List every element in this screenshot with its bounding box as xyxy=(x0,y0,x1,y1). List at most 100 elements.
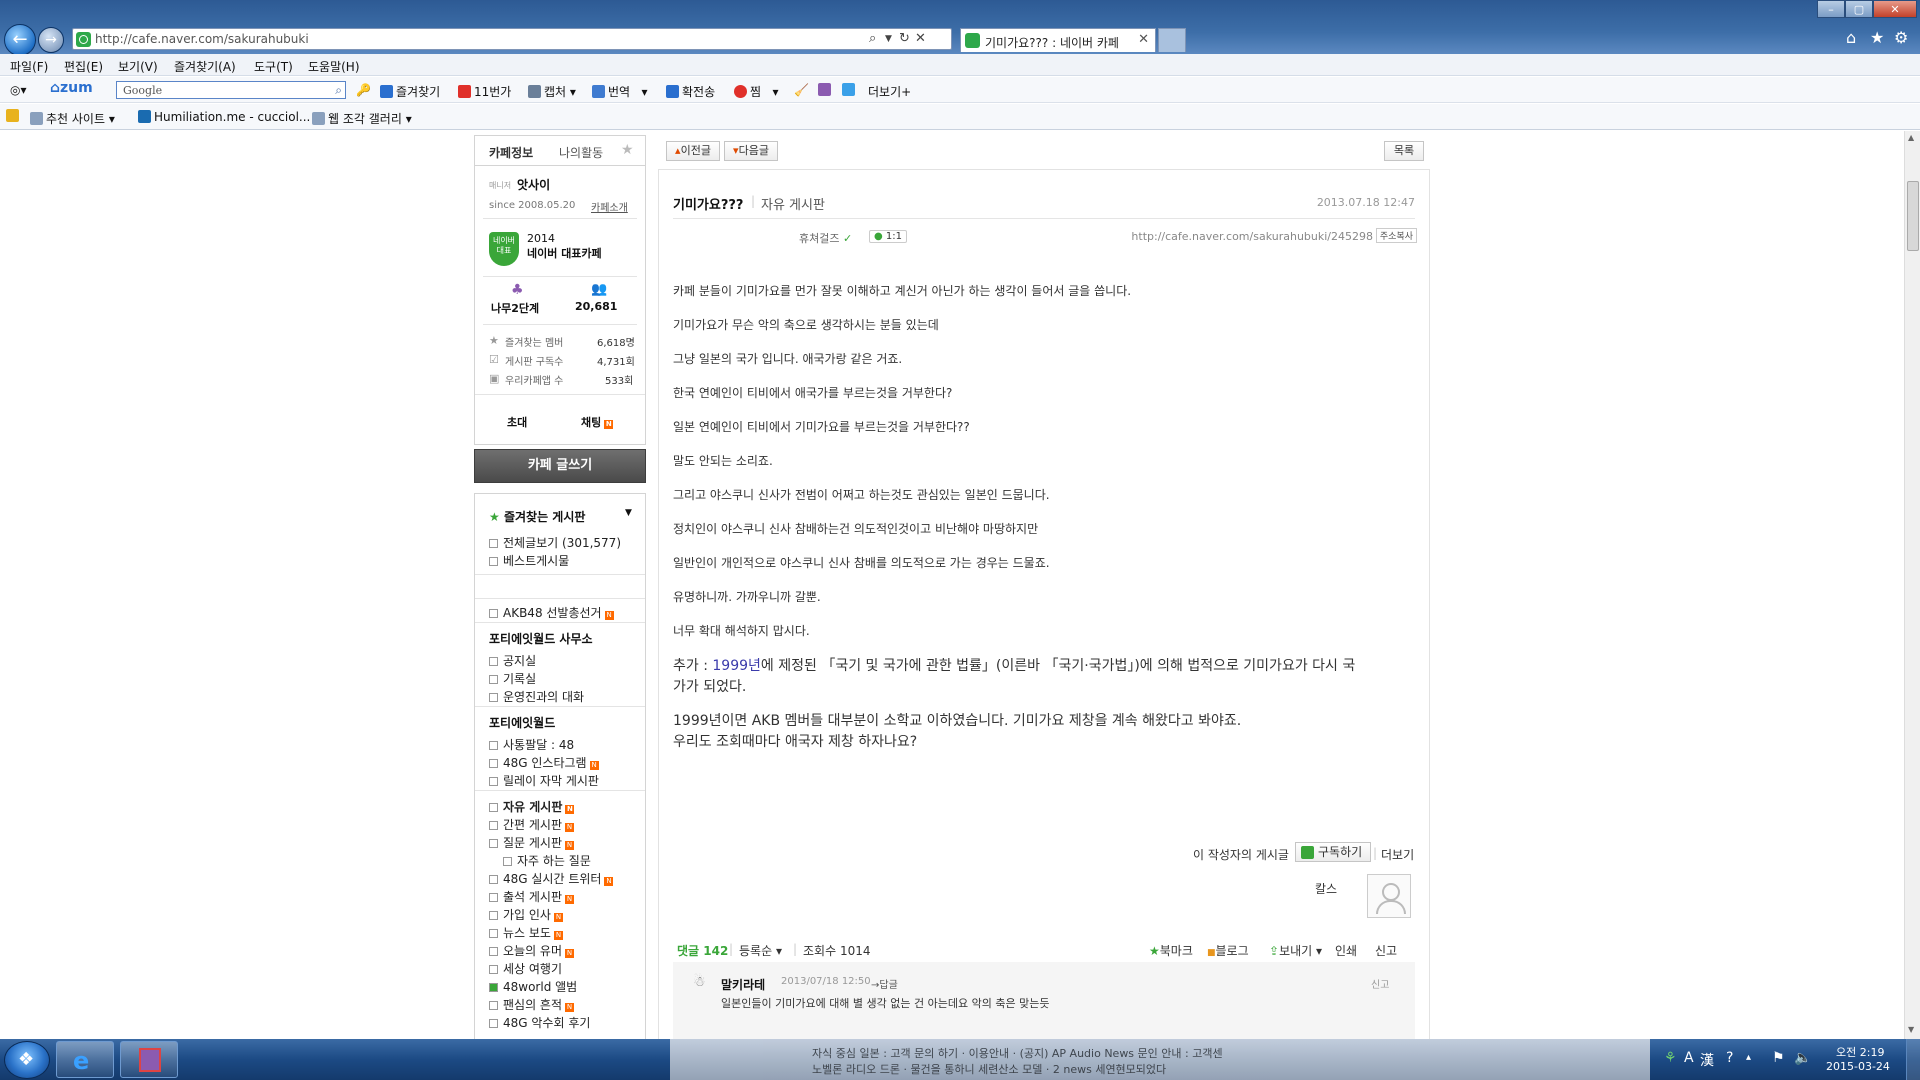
toolbar-more[interactable]: 더보기+ xyxy=(868,83,911,100)
maximize-button[interactable]: ▢ xyxy=(1845,0,1873,18)
menu-file[interactable]: 파일(F) xyxy=(10,58,48,75)
star-icon[interactable]: ★ xyxy=(621,142,634,158)
menu-favorites[interactable]: 즐겨찾기(A) xyxy=(174,58,236,75)
board-all-posts[interactable]: 전체글보기 (301,577) xyxy=(489,534,621,551)
new-tab-button[interactable] xyxy=(1158,28,1186,52)
member-count[interactable]: 20,681 xyxy=(575,300,617,313)
stop-icon[interactable]: ✕ xyxy=(915,31,926,46)
board-attendance[interactable]: 출석 게시판 N xyxy=(489,888,575,905)
menu-edit[interactable]: 편집(E) xyxy=(64,58,103,75)
vertical-scrollbar[interactable]: ▲ ▼ xyxy=(1904,131,1920,1039)
article-author[interactable]: 휴쳐걸즈 ✓ xyxy=(799,230,852,246)
tab-cafe-info[interactable]: 카페정보 xyxy=(489,144,533,161)
toolbar-translate[interactable]: 번역 ▾ xyxy=(592,83,648,100)
forward-button[interactable]: → xyxy=(38,27,64,53)
scroll-up-icon[interactable]: ▲ xyxy=(1908,133,1914,142)
toolbar-broadcast[interactable]: 확전송 xyxy=(666,83,715,100)
tab-close-icon[interactable]: ✕ xyxy=(1138,32,1149,47)
comment-count[interactable]: 댓글 142 xyxy=(677,942,728,959)
address-bar[interactable]: http://cafe.naver.com/sakurahubuki ⌕ ▼ ↻… xyxy=(72,28,952,50)
close-window-button[interactable]: ✕ xyxy=(1873,0,1917,18)
clock-time[interactable]: 오전 2:19 xyxy=(1836,1044,1884,1060)
subscribe-button[interactable]: 구독하기 xyxy=(1295,842,1371,862)
list-button[interactable]: 목록 xyxy=(1384,141,1424,161)
next-post-button[interactable]: ▾다음글 xyxy=(724,141,778,161)
board-faq[interactable]: 자주 하는 질문 xyxy=(503,852,591,869)
key-icon[interactable]: 🔑 xyxy=(356,83,371,97)
author-nickname[interactable]: 칼스 xyxy=(1315,880,1337,897)
toolbar-heart[interactable]: 찜 ▾ xyxy=(734,83,779,100)
cafe-write-button[interactable]: 카페 글쓰기 xyxy=(474,449,646,483)
refresh-icon[interactable]: ↻ xyxy=(899,31,910,46)
comment-author[interactable]: 말키라테 xyxy=(721,976,765,993)
report-button[interactable]: 신고 xyxy=(1375,942,1397,959)
year-link[interactable]: 1999년 xyxy=(712,658,761,674)
minimize-button[interactable]: – xyxy=(1817,0,1845,18)
article-permalink[interactable]: http://cafe.naver.com/sakurahubuki/24529… xyxy=(1131,230,1373,243)
board-archive[interactable]: 기록실 xyxy=(489,670,536,687)
toolbar-capture[interactable]: 캡처 ▾ xyxy=(528,83,576,100)
twitter-icon[interactable] xyxy=(842,83,858,97)
menu-tools[interactable]: 도구(T) xyxy=(254,58,293,75)
board-akb-election[interactable]: AKB48 선발총선거 N xyxy=(489,604,614,621)
scrollbar-thumb[interactable] xyxy=(1907,181,1919,251)
taskbar-app[interactable] xyxy=(120,1041,178,1078)
search-icon[interactable]: ⌕ xyxy=(869,31,876,46)
board-best-posts[interactable]: 베스트게시물 xyxy=(489,552,569,569)
tab-my-activity[interactable]: 나의활동 xyxy=(559,144,603,161)
board-humor[interactable]: 오늘의 유머 N xyxy=(489,942,575,959)
dropdown-arrow-icon[interactable]: ▼ xyxy=(885,34,892,44)
board-satong-48[interactable]: 사통팔달 : 48 xyxy=(489,736,574,753)
flag-icon[interactable]: ⚑ xyxy=(1772,1050,1785,1066)
tray-chevron-icon[interactable]: ▴ xyxy=(1746,1052,1751,1063)
start-button[interactable] xyxy=(4,1041,50,1079)
address-url[interactable]: http://cafe.naver.com/sakurahubuki xyxy=(95,32,309,46)
network-icon[interactable]: ⚘ xyxy=(1664,1050,1677,1066)
menu-help[interactable]: 도움말(H) xyxy=(308,58,360,75)
board-48g-twitter[interactable]: 48G 실시간 트위터 N xyxy=(489,870,614,887)
clock-date[interactable]: 2015-03-24 xyxy=(1826,1060,1890,1073)
cafe-level[interactable]: 나무2단계 xyxy=(491,300,539,316)
board-48world-album[interactable]: 48world 앨범 xyxy=(489,978,577,995)
board-notice[interactable]: 공지실 xyxy=(489,652,536,669)
board-staff-talk[interactable]: 운영진과의 대화 xyxy=(489,688,584,705)
app-icon[interactable] xyxy=(818,83,834,97)
more-link[interactable]: 더보기 xyxy=(1381,846,1414,863)
broom-icon[interactable]: 🧹 xyxy=(794,83,809,97)
comment-reply-link[interactable]: →답글 xyxy=(871,976,898,991)
google-search-input[interactable]: Google ⌕ xyxy=(116,81,346,99)
toolbar-menu-icon[interactable]: ◎▾ xyxy=(10,83,27,97)
chat-badge[interactable]: ● 1:1 xyxy=(869,230,908,243)
scroll-down-icon[interactable]: ▼ xyxy=(1908,1025,1914,1034)
comment-report-link[interactable]: 신고 xyxy=(1371,976,1389,991)
tab-active[interactable]: 기미가요??? : 네이버 카페 ✕ xyxy=(960,28,1156,52)
cafe-intro-link[interactable]: 카페소개 xyxy=(591,199,628,214)
blog-button[interactable]: ■블로그 xyxy=(1207,942,1249,959)
board-relay-subtitle[interactable]: 릴레이 자막 게시판 xyxy=(489,772,599,789)
chevron-down-icon[interactable]: ▼ xyxy=(625,508,632,518)
board-question[interactable]: 질문 게시판 N xyxy=(489,834,575,851)
search-icon[interactable]: ⌕ xyxy=(335,83,342,98)
help-icon[interactable]: ? xyxy=(1726,1050,1733,1066)
board-free[interactable]: 자유 게시판 N xyxy=(489,798,575,815)
gear-icon[interactable]: ⚙ xyxy=(1894,28,1908,47)
chat-button[interactable]: 채팅 N xyxy=(581,414,614,430)
home-icon[interactable]: ⌂ xyxy=(1846,28,1856,47)
board-travel[interactable]: 세상 여행기 xyxy=(489,960,562,977)
ime-hanja-icon[interactable]: 漢 xyxy=(1700,1050,1714,1070)
fav-recommended-sites[interactable]: 추천 사이트 ▾ xyxy=(30,110,115,127)
copy-url-button[interactable]: 주소복사 xyxy=(1375,228,1417,243)
print-button[interactable]: 인쇄 xyxy=(1335,942,1357,959)
volume-icon[interactable]: 🔈 xyxy=(1794,1050,1811,1066)
prev-post-button[interactable]: ▴이전글 xyxy=(666,141,720,161)
toolbar-favorites[interactable]: 즐겨찾기 xyxy=(380,83,440,100)
board-simple[interactable]: 간편 게시판 N xyxy=(489,816,575,833)
send-button[interactable]: ⇪보내기 ▾ xyxy=(1269,942,1322,959)
board-fan-trace[interactable]: 팬심의 흔적 N xyxy=(489,996,575,1013)
taskbar-ie[interactable]: e xyxy=(56,1041,114,1078)
bookmark-button[interactable]: ★북마크 xyxy=(1149,942,1193,959)
favorites-star-icon[interactable]: ★ xyxy=(1870,28,1884,47)
back-button[interactable]: ← xyxy=(4,24,36,56)
show-desktop-button[interactable] xyxy=(1906,1039,1920,1080)
ime-a-icon[interactable]: A xyxy=(1684,1050,1694,1066)
